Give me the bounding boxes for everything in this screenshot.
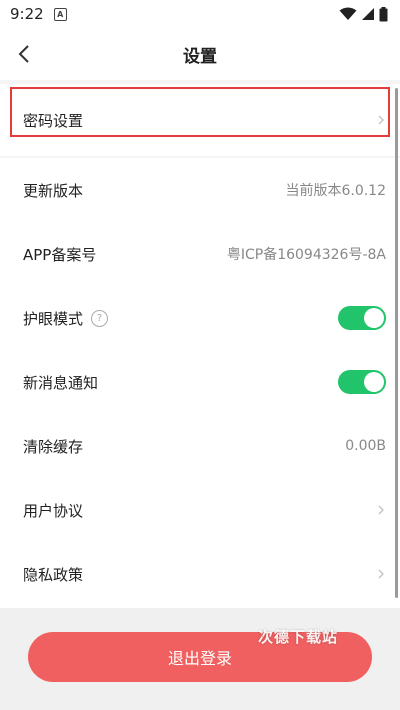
logout-area: 退出登录 [0, 608, 400, 710]
eye-care-label: 护眼模式 [23, 309, 84, 328]
current-version-value: 当前版本6.0.12 [285, 183, 386, 199]
chevron-right-icon [376, 113, 386, 127]
notifications-label: 新消息通知 [23, 373, 99, 392]
status-bar: 9:22 A [0, 0, 400, 28]
status-time: 9:22 [10, 5, 44, 23]
scrollbar[interactable] [395, 88, 398, 598]
chevron-left-icon [18, 45, 29, 63]
toggle-knob [364, 372, 384, 392]
update-version-row[interactable]: 更新版本 当前版本6.0.12 [0, 158, 400, 222]
clear-cache-label: 清除缓存 [23, 437, 84, 456]
eye-care-row: 护眼模式 ? [0, 286, 400, 350]
cache-size-value: 0.00B [345, 438, 386, 454]
status-icons [339, 6, 388, 22]
privacy-policy-row[interactable]: 隐私政策 [0, 542, 400, 606]
clear-cache-row[interactable]: 清除缓存 0.00B [0, 414, 400, 478]
icp-record-value: 粤ICP备16094326号-8A [226, 247, 386, 263]
toggle-knob [364, 308, 384, 328]
chevron-right-icon [376, 503, 386, 517]
user-agreement-row[interactable]: 用户协议 [0, 478, 400, 542]
logout-label: 退出登录 [167, 649, 232, 668]
eye-care-toggle[interactable] [338, 306, 386, 330]
password-group: 密码设置 [0, 84, 400, 156]
settings-list: 更新版本 当前版本6.0.12 APP备案号 粤ICP备16094326号-8A… [0, 158, 400, 608]
wifi-icon [339, 7, 357, 20]
password-settings-label: 密码设置 [23, 111, 84, 130]
notifications-row: 新消息通知 [0, 350, 400, 414]
privacy-policy-label: 隐私政策 [23, 565, 84, 584]
icp-record-row[interactable]: APP备案号 粤ICP备16094326号-8A [0, 222, 400, 286]
battery-icon [379, 6, 388, 21]
signal-icon [362, 8, 374, 20]
help-icon[interactable]: ? [91, 309, 109, 327]
icp-record-label: APP备案号 [23, 245, 97, 264]
app-notification-icon: A [53, 7, 67, 21]
watermark: 次德下载站 [258, 628, 339, 646]
chevron-right-icon [376, 567, 386, 581]
password-settings-row[interactable]: 密码设置 [0, 88, 400, 152]
back-button[interactable] [12, 42, 36, 66]
update-version-label: 更新版本 [23, 181, 84, 200]
notifications-toggle[interactable] [338, 370, 386, 394]
top-bar: 设置 [0, 28, 400, 80]
page-title: 设置 [183, 46, 217, 67]
user-agreement-label: 用户协议 [23, 501, 84, 520]
